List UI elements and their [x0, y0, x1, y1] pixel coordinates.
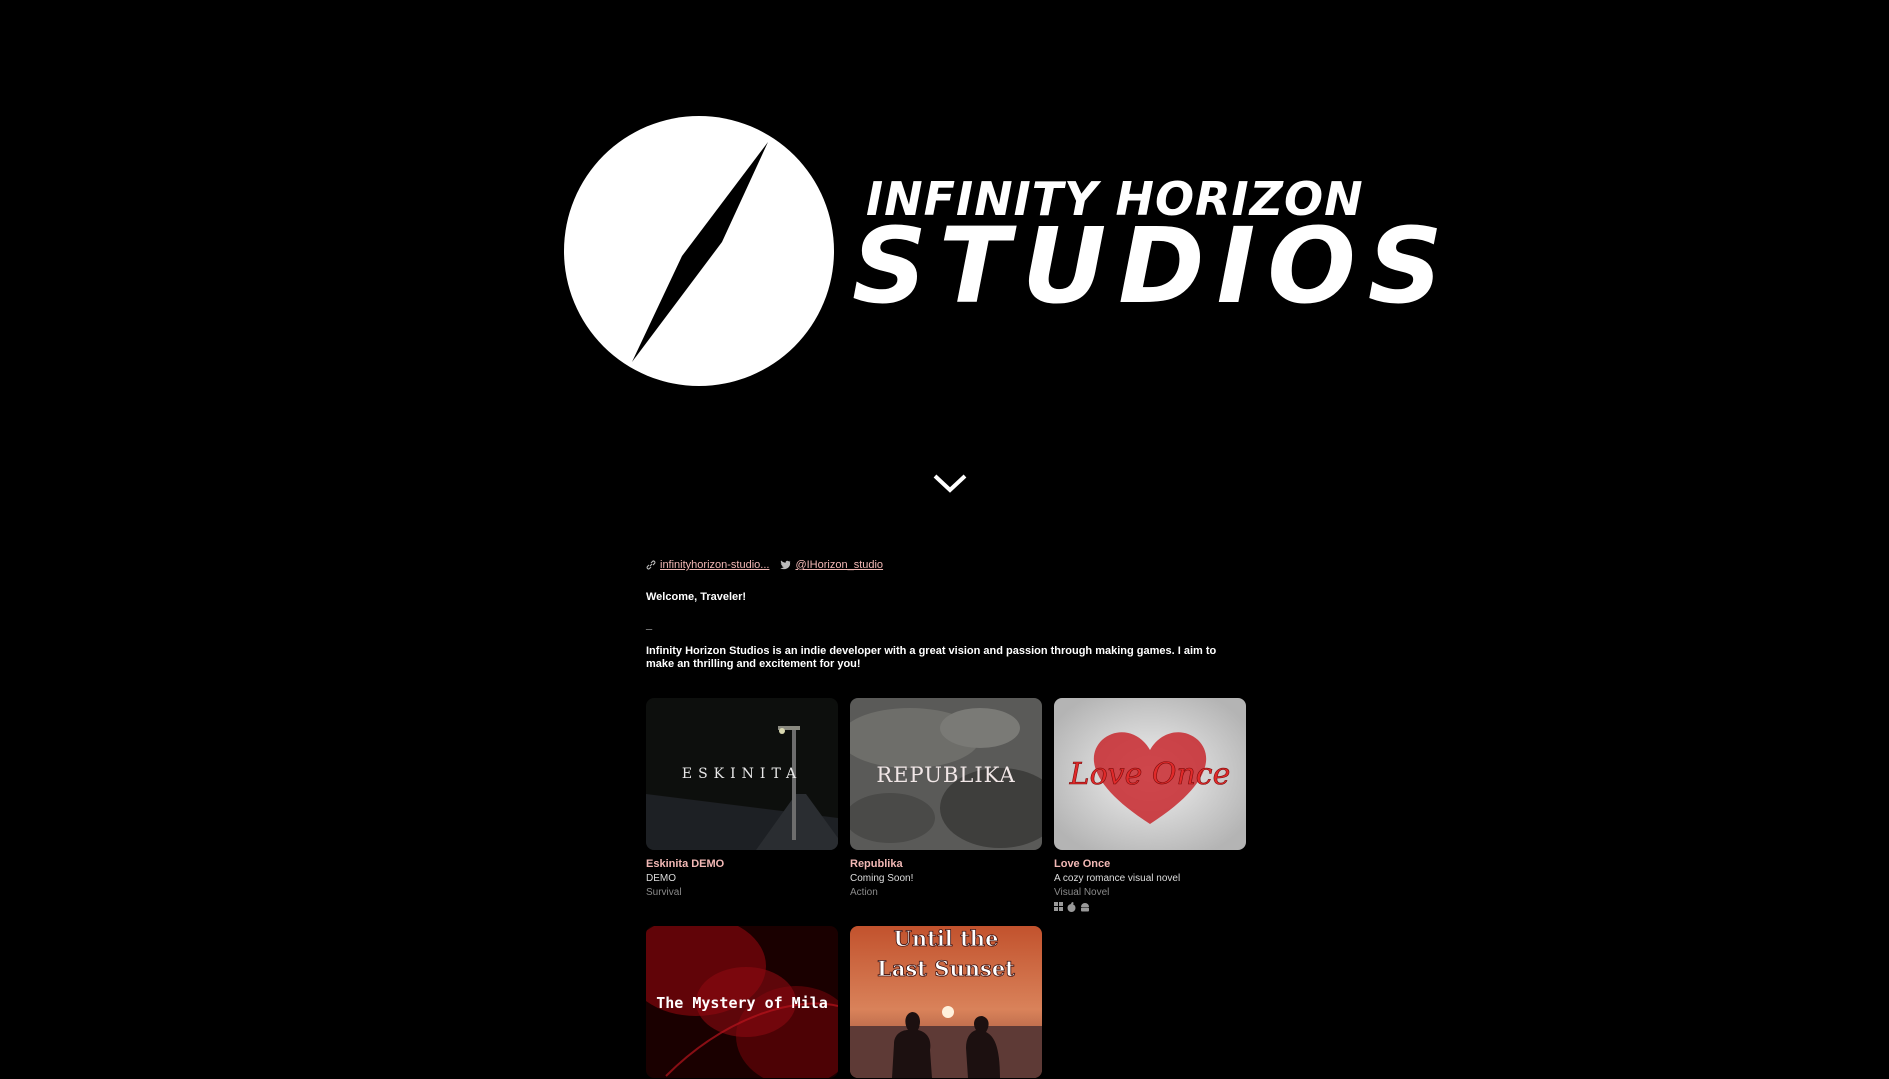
cover-title-love-once: Love Once [1069, 757, 1231, 792]
game-cover-mystery-of-mila[interactable]: The Mystery of Mila [646, 926, 838, 1078]
android-icon [1081, 903, 1089, 912]
game-genre: Action [850, 887, 878, 898]
game-description: A cozy romance visual novel [1054, 873, 1181, 884]
cover-title-line1: Until the [894, 926, 999, 951]
game-card-mystery-of-mila[interactable]: The Mystery of Mila [646, 926, 838, 1078]
game-description: DEMO [646, 873, 676, 884]
divider-text: _ [646, 619, 653, 631]
brand-name-bottom: STUDIOS [852, 205, 1455, 327]
game-card-republika[interactable]: REPUBLIKA Republika Coming Soon! Action [850, 698, 1042, 898]
game-cover-republika[interactable]: REPUBLIKA [850, 698, 1042, 850]
cover-title-republika: REPUBLIKA [876, 763, 1015, 787]
cover-title-mystery-of-mila: The Mystery of Mila [656, 994, 828, 1012]
twitter-link-label: @IHorizon_studio [795, 559, 884, 571]
social-links: infinityhorizon-studio... @IHorizon_stud… [646, 558, 1246, 572]
game-genre: Survival [646, 887, 682, 898]
game-card-eskinita[interactable]: ESKINITA Eskinita DEMO DEMO Survival [646, 698, 838, 898]
game-title[interactable]: Republika [850, 858, 1042, 870]
game-genre: Visual Novel [1054, 887, 1110, 898]
hero-banner: INFINITY HORIZON STUDIOS [0, 0, 1889, 493]
game-card-love-once[interactable]: Love Once Love Once A cozy romance visua… [1054, 698, 1246, 912]
about-section: infinityhorizon-studio... @IHorizon_stud… [646, 558, 1246, 671]
apple-icon [1067, 902, 1076, 912]
website-link[interactable]: infinityhorizon-studio... [646, 559, 769, 571]
welcome-heading: Welcome, Traveler! [646, 591, 747, 603]
game-cover-until-the-last-sunset[interactable]: Until the Last Sunset [850, 926, 1042, 1078]
game-cover-eskinita[interactable]: ESKINITA [646, 698, 838, 850]
game-card-until-the-last-sunset[interactable]: Until the Last Sunset [850, 926, 1042, 1078]
game-cover-love-once[interactable]: Love Once [1054, 698, 1246, 850]
game-title[interactable]: Eskinita DEMO [646, 858, 838, 870]
twitter-icon [780, 560, 791, 570]
chevron-down-icon[interactable] [932, 470, 968, 496]
website-link-label: infinityhorizon-studio... [660, 559, 770, 571]
game-title[interactable]: Love Once [1054, 858, 1246, 870]
twitter-link[interactable]: @IHorizon_studio [780, 559, 883, 571]
windows-icon [1054, 902, 1063, 911]
game-description: Coming Soon! [850, 873, 914, 884]
link-icon [646, 560, 656, 570]
cover-title-line2: Last Sunset [877, 956, 1015, 981]
compass-logo-icon [564, 116, 834, 386]
platform-list [1054, 902, 1246, 912]
intro-text: Infinity Horizon Studios is an indie dev… [646, 645, 1217, 670]
cover-title-eskinita: ESKINITA [682, 766, 802, 782]
